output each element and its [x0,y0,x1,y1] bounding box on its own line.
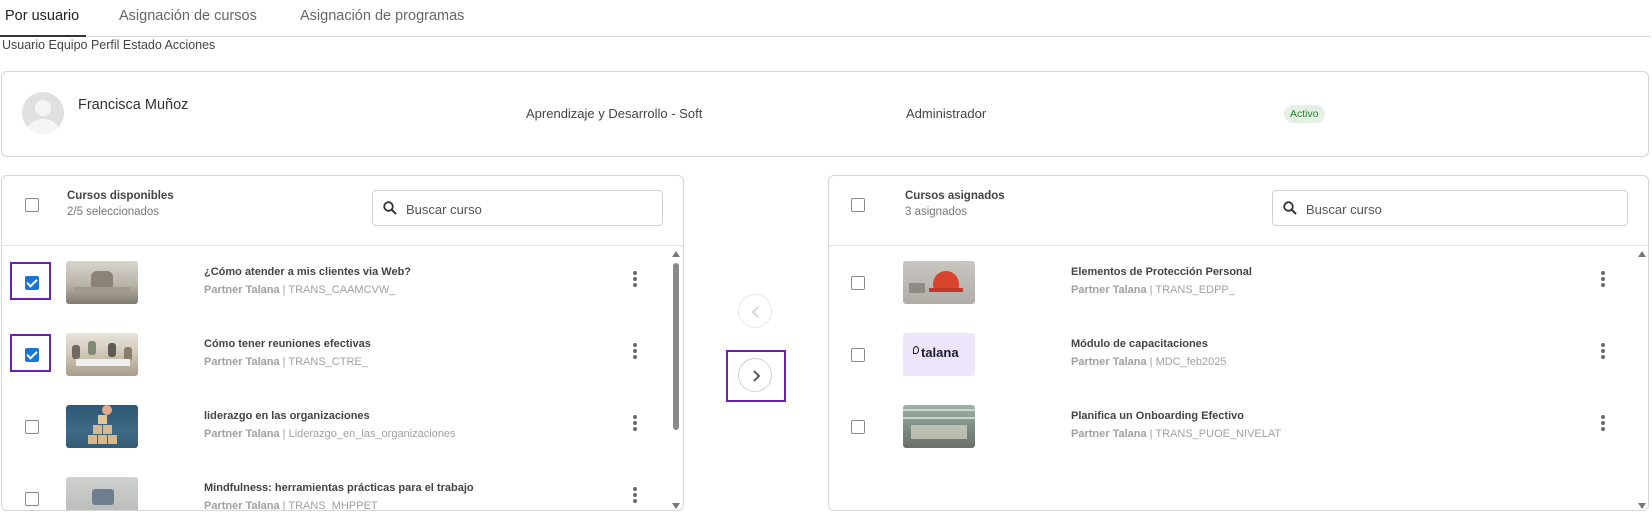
available-courses-header: Cursos disponibles 2/5 seleccionados [2,176,683,246]
course-checkbox[interactable] [25,492,39,506]
course-checkbox[interactable] [851,420,865,434]
available-search-input[interactable] [406,199,606,219]
highlight-box [726,350,786,402]
leadership-blocks-thumbnail [66,405,138,448]
course-title: Planifica un Onboarding Efectivo [1071,410,1244,422]
course-code: TRANS_CTRE_ [288,356,368,368]
available-search-box[interactable] [372,190,663,226]
course-partner: Partner Talana [204,356,280,368]
assigned-courses-header: Cursos asignados 3 asignados [829,176,1648,246]
course-title: Cómo tener reuniones efectivas [204,338,371,350]
user-name: Francisca Muñoz [78,97,189,113]
scroll-down-arrow-icon[interactable] [1638,503,1646,509]
more-vertical-icon[interactable] [1600,271,1606,289]
available-scrollbar[interactable] [671,249,681,510]
course-partner: Partner Talana [1071,428,1147,440]
course-partner: Partner Talana [204,428,280,440]
course-meta: Partner Talana | TRANS_CTRE_ [204,356,368,368]
more-vertical-icon[interactable] [1600,343,1606,361]
course-code: TRANS_EDPP_ [1155,284,1235,296]
available-course-row[interactable]: Cómo tener reuniones efectivas Partner T… [2,319,683,391]
course-checkbox[interactable] [851,348,865,362]
user-team: Aprendizaje y Desarrollo - Soft [526,106,703,121]
course-meta: Partner Talana | TRANS_CAAMCVW_ [204,284,396,296]
tab-asignacion-cursos[interactable]: Asignación de cursos [119,8,257,24]
course-checkbox[interactable] [25,420,39,434]
office-building-thumbnail [903,405,975,448]
chevron-left-icon [751,306,759,318]
assigned-course-row[interactable]: Planifica un Onboarding Efectivo Partner… [829,391,1648,463]
tab-asignacion-programas[interactable]: Asignación de programas [300,8,464,24]
course-partner: Partner Talana [1071,284,1147,296]
assigned-courses-title: Cursos asignados [905,190,1005,202]
course-meta: Partner Talana | TRANS_EDPP_ [1071,284,1235,296]
available-course-row[interactable]: Mindfulness: herramientas prácticas para… [2,463,683,511]
course-checkbox[interactable] [851,276,865,290]
highlight-box [10,262,51,300]
mindfulness-photo-thumbnail [66,477,138,510]
safety-helmet-thumbnail [903,261,975,304]
more-vertical-icon[interactable] [632,415,638,433]
assigned-course-row[interactable]: talana Módulo de capacitaciones Partner … [829,319,1648,391]
available-course-row[interactable]: ¿Cómo atender a mis clientes via Web? Pa… [2,247,683,319]
tab-bar: Por usuario Asignación de cursos Asignac… [0,0,1650,37]
course-meta: Partner Talana | MDC_feb2025 [1071,356,1227,368]
more-vertical-icon[interactable] [1600,415,1606,433]
assigned-courses-count: 3 asignados [905,206,968,218]
select-all-available-checkbox[interactable] [25,198,39,212]
tab-por-usuario[interactable]: Por usuario [5,8,79,24]
course-code: Liderazgo_en_las_organizaciones [288,428,456,440]
course-partner: Partner Talana [204,284,280,296]
office-photo-thumbnail [66,261,138,304]
status-badge: Activo [1284,105,1325,123]
scroll-down-arrow-icon[interactable] [672,503,680,509]
assigned-search-input[interactable] [1306,199,1506,219]
talana-logo-text: talana [921,345,959,360]
move-left-button[interactable] [738,294,772,328]
course-title: ¿Cómo atender a mis clientes via Web? [204,266,412,278]
course-meta: Partner Talana | TRANS_PUOE_NIVELAT [1071,428,1282,440]
course-meta: Partner Talana | Liderazgo_en_las_organi… [204,428,456,440]
user-profile: Administrador [906,106,987,121]
course-code: TRANS_CAAMCVW_ [288,284,396,296]
course-code: TRANS_MHPPET_ [288,500,384,511]
talana-logo-thumbnail: talana [903,333,975,376]
scroll-up-arrow-icon[interactable] [1638,251,1646,257]
course-title: liderazgo en las organizaciones [204,410,370,422]
course-partner: Partner Talana [1071,356,1147,368]
assigned-course-row[interactable]: Elementos de Protección Personal Partner… [829,247,1648,319]
active-tab-indicator [0,35,86,37]
assigned-search-box[interactable] [1272,190,1628,226]
course-title: Elementos de Protección Personal [1071,266,1252,278]
course-title: Mindfulness: herramientas prácticas para… [204,482,474,494]
available-course-row[interactable]: liderazgo en las organizaciones Partner … [2,391,683,463]
meeting-photo-thumbnail [66,333,138,376]
more-vertical-icon[interactable] [632,487,638,505]
highlight-box [10,334,51,372]
available-courses-count: 2/5 seleccionados [67,206,160,218]
course-code: MDC_feb2025 [1155,356,1227,368]
assigned-courses-panel: Cursos asignados 3 asignados Elementos d… [828,175,1649,511]
avatar [22,92,64,134]
course-partner: Partner Talana [204,500,280,511]
more-vertical-icon[interactable] [632,343,638,361]
course-title: Módulo de capacitaciones [1071,338,1208,350]
select-all-assigned-checkbox[interactable] [851,198,865,212]
course-meta: Partner Talana | TRANS_MHPPET_ [204,500,384,511]
more-vertical-icon[interactable] [632,271,638,289]
assigned-scrollbar[interactable] [1637,249,1647,510]
course-code: TRANS_PUOE_NIVELAT [1155,428,1282,440]
search-icon [1283,201,1297,215]
scroll-thumb[interactable] [673,263,679,430]
table-column-headers: Usuario Equipo Perfil Estado Acciones [2,38,216,52]
available-courses-panel: Cursos disponibles 2/5 seleccionados ¿Có… [1,175,684,511]
available-courses-title: Cursos disponibles [67,190,174,202]
user-row-card: Francisca Muñoz Aprendizaje y Desarrollo… [1,71,1649,157]
search-icon [383,201,397,215]
scroll-up-arrow-icon[interactable] [672,251,680,257]
